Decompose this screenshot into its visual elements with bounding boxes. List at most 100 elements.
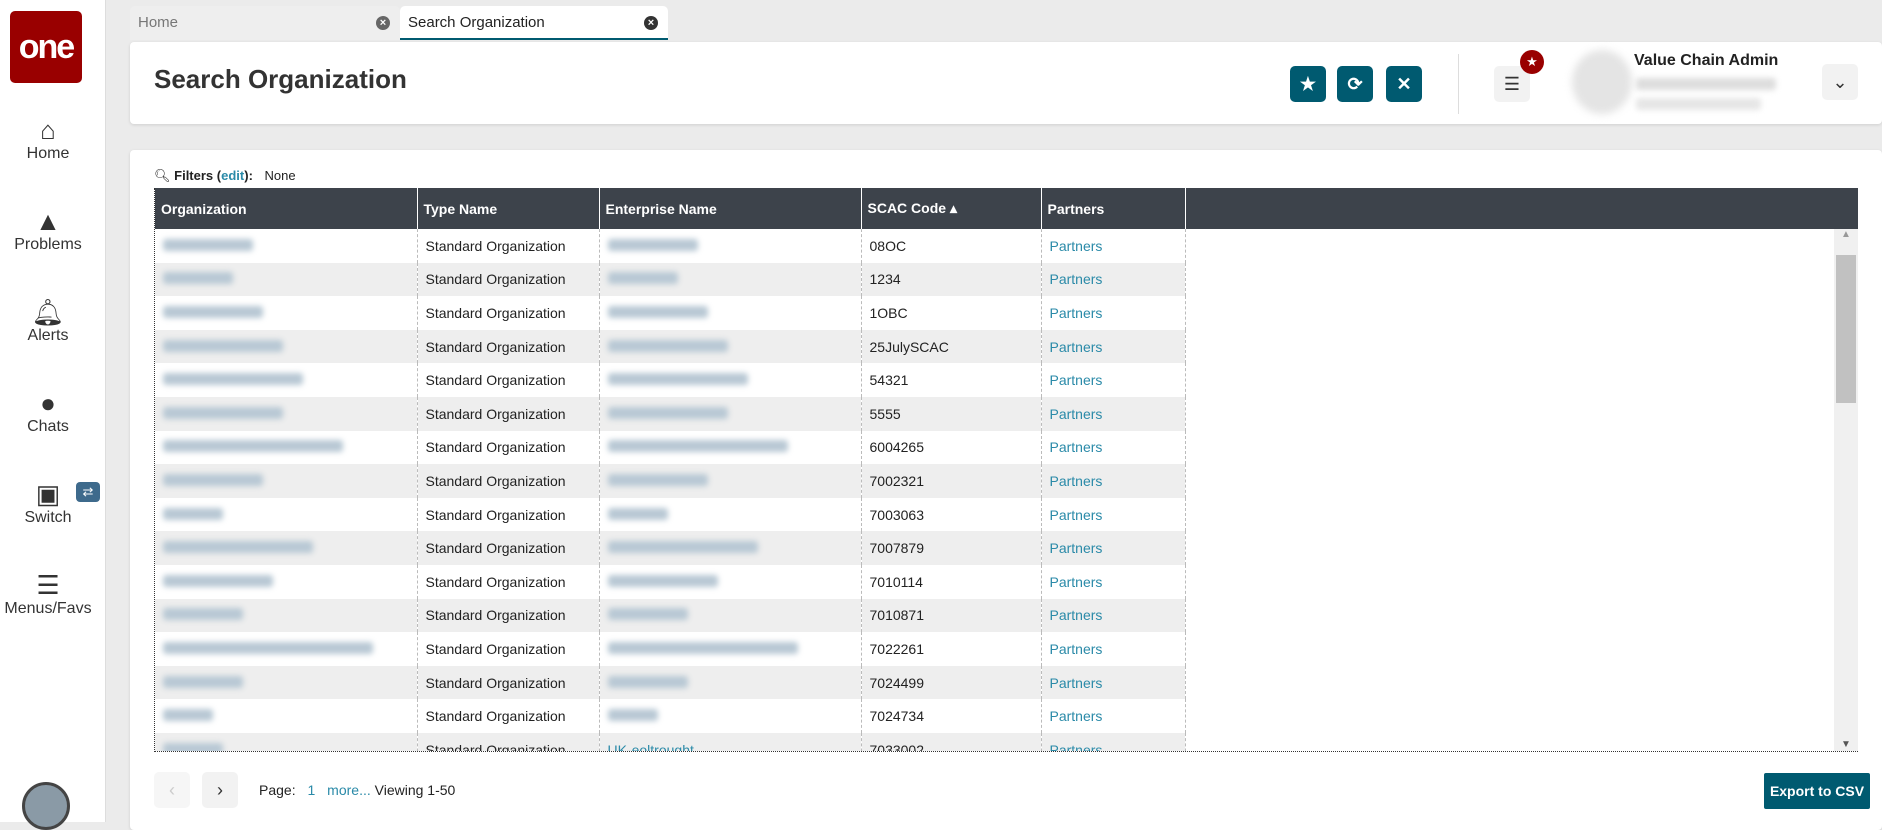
export-csv-button[interactable]: Export to CSV — [1764, 773, 1870, 809]
column-header-type-name[interactable]: Type Name — [417, 188, 600, 229]
tab-search-organization[interactable]: Search Organization × — [400, 6, 668, 40]
organization-name-redacted[interactable] — [163, 473, 263, 486]
organization-name-redacted[interactable] — [163, 406, 283, 419]
partners-cell[interactable]: Partners — [1041, 665, 1186, 700]
partners-cell[interactable]: Partners — [1041, 296, 1186, 330]
organization-cell[interactable] — [155, 229, 418, 263]
organization-name-redacted[interactable] — [163, 675, 243, 688]
partners-link[interactable]: Partners — [1050, 641, 1103, 657]
scrollbar-thumb[interactable] — [1836, 255, 1856, 403]
organization-cell[interactable] — [155, 329, 418, 364]
partners-cell[interactable]: Partners — [1041, 732, 1186, 751]
enterprise-name-cell[interactable] — [599, 464, 862, 498]
partners-link[interactable]: Partners — [1050, 708, 1103, 724]
organization-cell[interactable] — [155, 732, 418, 751]
organization-cell[interactable] — [155, 497, 418, 532]
logo[interactable]: one — [10, 11, 82, 83]
partners-link[interactable]: Partners — [1050, 372, 1103, 388]
enterprise-name-redacted[interactable] — [607, 440, 788, 453]
partners-link[interactable]: Partners — [1050, 507, 1103, 523]
enterprise-name-redacted[interactable] — [607, 675, 688, 688]
refresh-button[interactable]: ⟳ — [1337, 66, 1373, 102]
partners-link[interactable]: Partners — [1050, 574, 1103, 590]
switch-arrows-icon[interactable]: ⇄ — [76, 482, 100, 502]
organization-cell[interactable] — [155, 531, 418, 565]
organization-cell[interactable] — [155, 598, 418, 633]
partners-cell[interactable]: Partners — [1041, 699, 1186, 733]
partners-cell[interactable]: Partners — [1041, 598, 1186, 633]
column-header-scac-code[interactable]: SCAC Code ▴ — [861, 188, 1042, 229]
partners-cell[interactable]: Partners — [1041, 497, 1186, 532]
partners-cell[interactable]: Partners — [1041, 464, 1186, 498]
organization-name-redacted[interactable] — [163, 574, 273, 587]
organization-name-redacted[interactable] — [163, 238, 253, 251]
enterprise-name-redacted[interactable] — [607, 272, 678, 285]
organization-cell[interactable] — [155, 262, 418, 297]
sidebar-item-menus-favs[interactable]: ☰ Menus/Favs — [0, 570, 96, 618]
scroll-up-icon[interactable]: ▲ — [1834, 229, 1858, 240]
enterprise-name-redacted[interactable] — [607, 305, 708, 318]
user-dropdown-button[interactable]: ⌄ — [1822, 64, 1858, 100]
partners-link[interactable]: Partners — [1050, 339, 1103, 355]
partners-link[interactable]: Partners — [1050, 607, 1103, 623]
organization-cell[interactable] — [155, 296, 418, 330]
enterprise-name-redacted[interactable] — [607, 507, 668, 520]
scroll-down-icon[interactable]: ▼ — [1834, 739, 1858, 750]
organization-cell[interactable] — [155, 632, 418, 666]
partners-link[interactable]: Partners — [1050, 271, 1103, 287]
partners-link[interactable]: Partners — [1050, 238, 1103, 254]
enterprise-name-cell[interactable] — [599, 598, 862, 633]
partners-cell[interactable]: Partners — [1041, 396, 1186, 431]
partners-link[interactable]: Partners — [1050, 406, 1103, 422]
sidebar-item-home[interactable]: ⌂ Home — [0, 115, 96, 163]
partners-link[interactable]: Partners — [1050, 305, 1103, 321]
organization-name-redacted[interactable] — [163, 709, 213, 722]
partners-cell[interactable]: Partners — [1041, 329, 1186, 364]
partners-cell[interactable]: Partners — [1041, 430, 1186, 465]
organization-name-redacted[interactable] — [163, 339, 283, 352]
organization-name-redacted[interactable] — [163, 541, 313, 554]
page-number-link[interactable]: 1 — [307, 782, 315, 798]
partners-link[interactable]: Partners — [1050, 742, 1103, 751]
scrollbar[interactable]: ▲ ▼ — [1834, 229, 1858, 751]
organization-name-redacted[interactable] — [163, 272, 233, 285]
tab-home[interactable]: Home × — [130, 6, 400, 40]
organization-name-redacted[interactable] — [163, 305, 263, 318]
organization-name-redacted[interactable] — [163, 440, 343, 453]
enterprise-name-link[interactable]: UK-eoltrought — [608, 742, 694, 751]
enterprise-name-cell[interactable] — [599, 329, 862, 364]
partners-cell[interactable]: Partners — [1041, 531, 1186, 565]
organization-cell[interactable] — [155, 665, 418, 700]
organization-name-redacted[interactable] — [163, 373, 303, 386]
enterprise-name-cell[interactable] — [599, 497, 862, 532]
next-page-button[interactable]: › — [202, 772, 238, 808]
enterprise-name-cell[interactable] — [599, 363, 862, 397]
favorites-badge-icon[interactable]: ★ — [1520, 50, 1544, 74]
close-button[interactable]: ✕ — [1386, 66, 1422, 102]
favorite-button[interactable]: ★ — [1290, 66, 1326, 102]
enterprise-name-cell[interactable]: UK-eoltrought — [599, 732, 862, 751]
column-header-organization[interactable]: Organization — [155, 188, 418, 229]
enterprise-name-cell[interactable] — [599, 229, 862, 263]
enterprise-name-cell[interactable] — [599, 699, 862, 733]
enterprise-name-redacted[interactable] — [607, 406, 728, 419]
organization-name-redacted[interactable] — [163, 641, 373, 654]
sort-asc-icon[interactable]: ▴ — [946, 200, 957, 216]
partners-cell[interactable]: Partners — [1041, 229, 1186, 263]
enterprise-name-redacted[interactable] — [607, 373, 748, 386]
column-header-partners[interactable]: Partners — [1041, 188, 1186, 229]
enterprise-name-redacted[interactable] — [607, 574, 718, 587]
enterprise-name-cell[interactable] — [599, 396, 862, 431]
organization-cell[interactable] — [155, 396, 418, 431]
sidebar-item-chats[interactable]: ● Chats — [0, 388, 96, 436]
column-header-enterprise-name[interactable]: Enterprise Name — [599, 188, 862, 229]
filters-edit-link[interactable]: edit — [221, 168, 244, 183]
partners-link[interactable]: Partners — [1050, 473, 1103, 489]
prev-page-button[interactable]: ‹ — [154, 772, 190, 808]
partners-cell[interactable]: Partners — [1041, 632, 1186, 666]
partners-link[interactable]: Partners — [1050, 439, 1103, 455]
close-tab-icon[interactable]: × — [376, 16, 390, 30]
enterprise-name-redacted[interactable] — [607, 641, 798, 654]
enterprise-name-cell[interactable] — [599, 262, 862, 297]
sidebar-item-problems[interactable]: ▲ Problems — [0, 206, 96, 254]
